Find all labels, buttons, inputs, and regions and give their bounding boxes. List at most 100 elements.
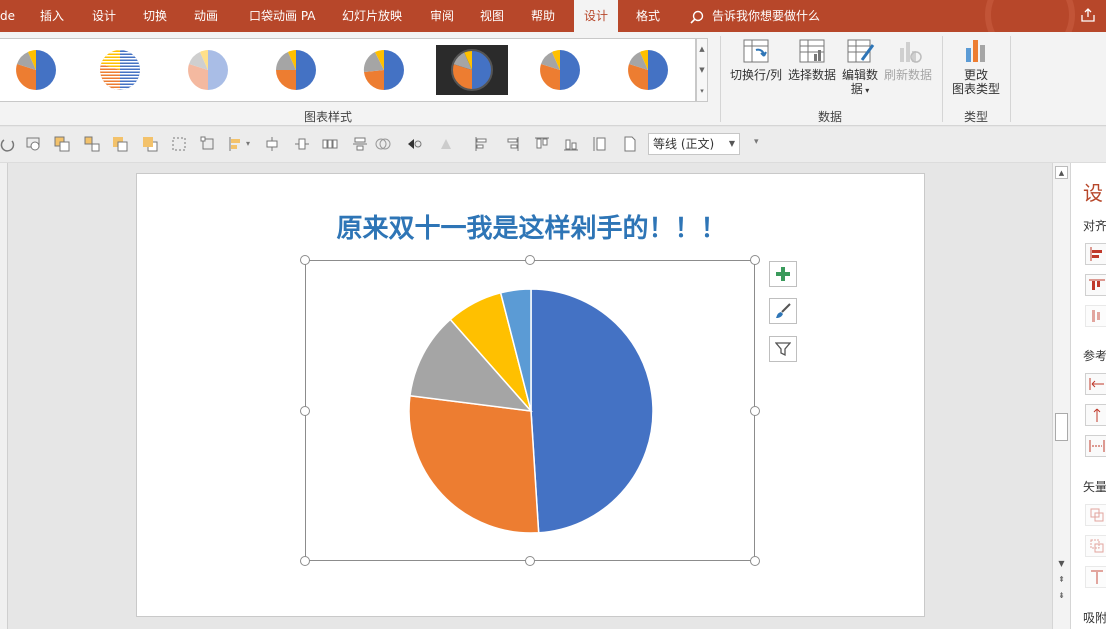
chevron-down-icon[interactable]: ▼ (697, 60, 707, 81)
bring-forward-icon[interactable] (112, 136, 128, 152)
chart-styles-button[interactable] (769, 298, 797, 324)
select-data-button[interactable]: 选择数据 (786, 36, 838, 82)
undo-icon[interactable] (0, 136, 16, 152)
pane-ref-up-button[interactable] (1085, 404, 1106, 426)
tab-transitions[interactable]: 切换 (143, 0, 167, 32)
tab-format[interactable]: 格式 (636, 0, 660, 32)
next-slide-icon[interactable]: ⇟ (1055, 591, 1068, 600)
pie-chart[interactable] (306, 261, 756, 562)
pane-ref-distribute-button[interactable] (1085, 435, 1106, 457)
crop-icon[interactable] (200, 136, 216, 152)
chevron-up-icon[interactable]: ▲ (697, 39, 707, 60)
align-middle-icon (1092, 310, 1100, 322)
paintbrush-icon (776, 303, 791, 318)
resize-handle-top[interactable] (525, 255, 535, 265)
chart-style-1[interactable] (0, 45, 72, 95)
resize-handle-bottom-left[interactable] (300, 556, 310, 566)
select-pane-icon[interactable] (171, 136, 187, 152)
group-objects-icon[interactable] (54, 136, 70, 152)
scroll-up-icon[interactable]: ▲ (1055, 166, 1068, 179)
tab-slideshow[interactable]: 幻灯片放映 (342, 0, 402, 32)
tab-help[interactable]: 帮助 (531, 0, 555, 32)
tab-animations[interactable]: 动画 (194, 0, 218, 32)
align-bottom-icon[interactable] (563, 136, 579, 152)
pane-align-left-button[interactable] (1085, 243, 1106, 265)
scroll-thumb[interactable] (1055, 413, 1068, 441)
shape-merge-icon[interactable] (375, 136, 391, 152)
align-section-label: 对齐 (1083, 219, 1106, 233)
rotate-icon (441, 139, 451, 149)
vertical-scrollbar[interactable]: ▲ ▼ ⇞ ⇟ (1052, 163, 1070, 629)
thumbnail-pane-edge[interactable] (0, 163, 8, 629)
snap-section-label: 吸附 (1083, 611, 1106, 625)
pane-text-button[interactable] (1085, 566, 1106, 588)
flip-icon[interactable] (406, 136, 422, 152)
pane-vector-union-button[interactable] (1085, 504, 1106, 526)
resize-handle-left[interactable] (300, 406, 310, 416)
edit-data-button[interactable]: 编辑数 据 ▾ (840, 36, 880, 98)
chart-style-3[interactable] (172, 45, 244, 95)
switch-row-column-button[interactable]: 切换行/列 (728, 36, 784, 82)
chart-style-8[interactable] (612, 45, 684, 95)
share-icon[interactable] (1080, 7, 1096, 23)
align-right-edge-icon[interactable] (504, 136, 520, 152)
chart-style-6-selected[interactable] (436, 45, 508, 95)
slide-canvas[interactable]: 原来双十一我是这样剁手的！！！ (136, 173, 925, 617)
previous-slide-icon[interactable]: ⇞ (1055, 575, 1068, 584)
slide-title[interactable]: 原来双十一我是这样剁手的！！！ (137, 208, 926, 245)
pane-vector-combine-button[interactable] (1085, 535, 1106, 557)
pie-slice-1[interactable] (530, 288, 654, 534)
resize-handle-bottom-right[interactable] (750, 556, 760, 566)
align-center-icon[interactable] (294, 136, 310, 152)
distribute-vertical-icon[interactable] (264, 136, 280, 152)
arrow-up-icon (1093, 408, 1101, 422)
chart-style-2[interactable] (84, 45, 156, 95)
chart-style-5[interactable] (348, 45, 420, 95)
align-middle-icon[interactable] (352, 136, 368, 152)
gallery-more-icon[interactable]: ▾ (697, 81, 707, 102)
edit-data-label-line1: 编辑数 (841, 68, 878, 82)
shape-union-icon (1090, 508, 1104, 522)
pane-align-top-button[interactable] (1085, 274, 1106, 296)
change-chart-type-button[interactable]: 更改 图表类型 (948, 36, 1004, 96)
resize-handle-top-left[interactable] (300, 255, 310, 265)
same-height-icon[interactable] (592, 136, 608, 152)
refresh-data-icon (900, 42, 922, 63)
chart-filters-button[interactable] (769, 336, 797, 362)
scroll-down-icon[interactable]: ▼ (1055, 559, 1068, 568)
select-data-label: 选择数据 (787, 68, 836, 82)
tab-review[interactable]: 审阅 (430, 0, 454, 32)
tab-chart-design[interactable]: 设计 (574, 0, 619, 32)
resize-handle-top-right[interactable] (750, 255, 760, 265)
tab-insert[interactable]: 插入 (40, 0, 64, 32)
align-top-edge-icon[interactable] (474, 136, 490, 152)
distribute-horizontal-icon[interactable] (322, 136, 338, 152)
resize-handle-right[interactable] (750, 406, 760, 416)
chart-styles-group-label: 图表样式 (304, 110, 353, 124)
tab-design[interactable]: 设计 (92, 0, 116, 32)
toolbar-more-icon[interactable]: ▾ (754, 137, 759, 147)
font-select[interactable]: 等线 (正文) ▼ (648, 133, 740, 155)
chart-style-7[interactable] (524, 45, 596, 95)
resize-handle-bottom[interactable] (525, 556, 535, 566)
tab-view[interactable]: 视图 (480, 0, 504, 32)
edit-data-label-line2: 据 (850, 82, 863, 96)
pane-ref-left-button[interactable] (1085, 373, 1106, 395)
chart-selection-frame[interactable] (305, 260, 755, 561)
chart-elements-button[interactable] (769, 261, 797, 287)
chevron-down-icon[interactable]: ▾ (246, 139, 262, 155)
send-backward-icon[interactable] (142, 136, 158, 152)
tab-file-partial[interactable]: de (0, 0, 15, 32)
pie-slice-2[interactable] (408, 394, 540, 534)
tab-pocket-animation[interactable]: 口袋动画 PA (249, 0, 316, 32)
pie-pastel-style-icon (188, 50, 228, 90)
animation-pane-icon[interactable] (26, 136, 42, 152)
pane-align-middle-button[interactable] (1085, 305, 1106, 327)
gallery-scroll[interactable]: ▲ ▼ ▾ (696, 38, 708, 102)
ungroup-objects-icon[interactable] (84, 136, 100, 152)
align-top-icon[interactable] (534, 136, 550, 152)
blank-page-icon[interactable] (622, 136, 638, 152)
chart-style-4[interactable] (260, 45, 332, 95)
tell-me-search[interactable]: 告诉我你想要做什么 (690, 0, 820, 32)
align-left-icon[interactable] (228, 136, 244, 152)
